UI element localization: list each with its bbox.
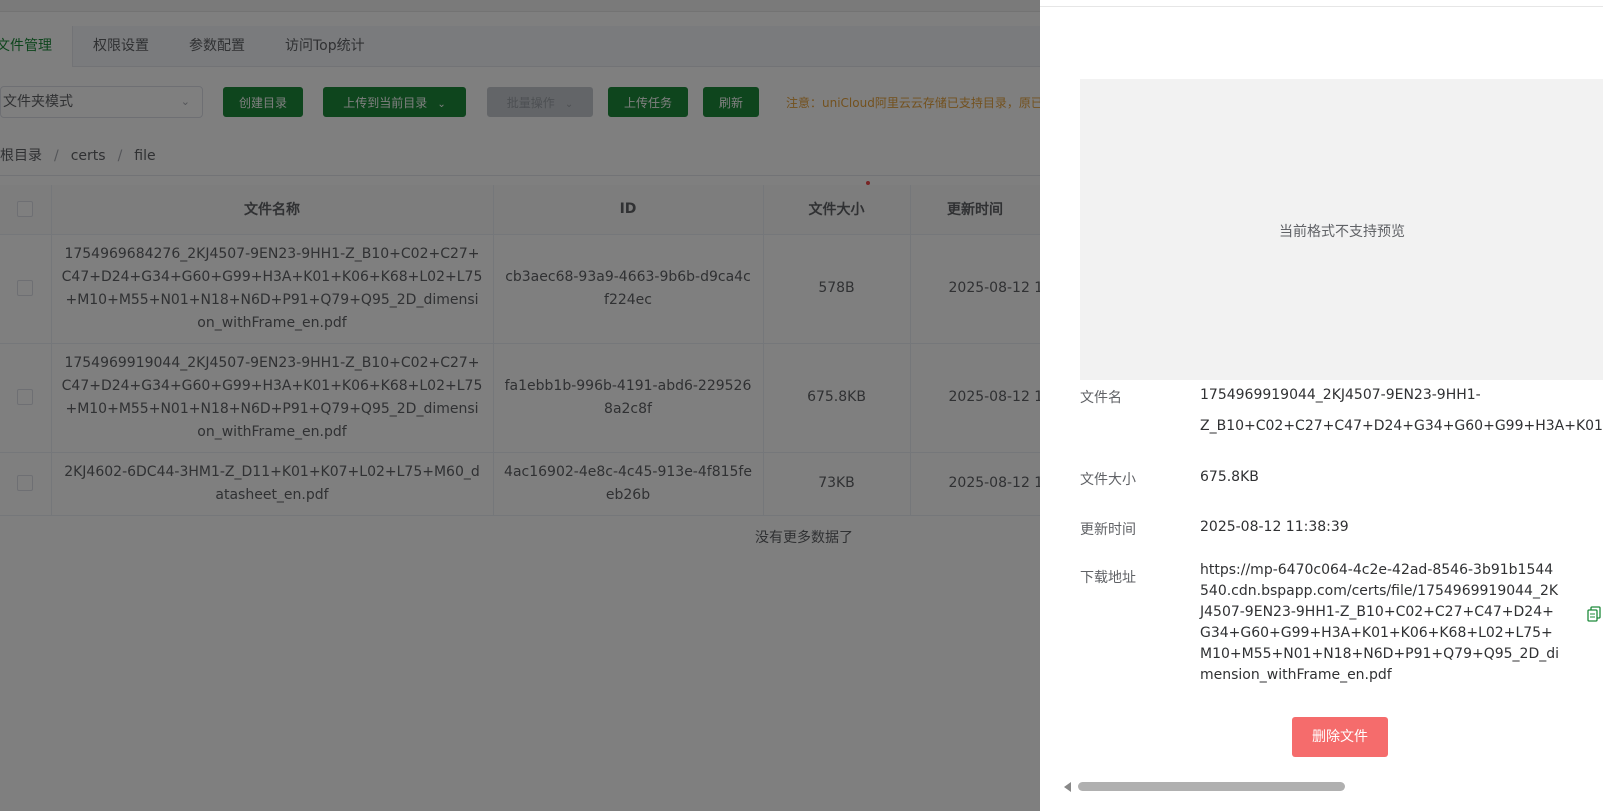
overlay-mask[interactable] (0, 0, 1040, 811)
update-time-value: 2025-08-12 11:38:39 (1200, 519, 1349, 535)
file-detail-drawer: 当前格式不支持预览 文件名 1754969919044_2KJ4507-9EN2… (1040, 0, 1603, 811)
filename-label: 文件名 (1080, 390, 1122, 406)
filename-value-line1: 1754969919044_2KJ4507-9EN23-9HH1- (1200, 387, 1481, 403)
horizontal-scrollbar[interactable] (1062, 780, 1603, 794)
scroll-left-arrow-icon[interactable] (1064, 782, 1071, 792)
drawer-top-divider (1040, 6, 1603, 7)
filename-value-line2: Z_B10+C02+C27+C47+D24+G34+G60+G99+H3A+K0… (1200, 418, 1603, 434)
download-url-label: 下载地址 (1080, 570, 1136, 586)
file-preview-area: 当前格式不支持预览 (1080, 79, 1603, 380)
delete-file-button[interactable]: 删除文件 (1292, 717, 1388, 757)
file-size-value: 675.8KB (1200, 469, 1259, 485)
update-time-label: 更新时间 (1080, 522, 1136, 538)
file-size-label: 文件大小 (1080, 472, 1136, 488)
preview-unsupported-text: 当前格式不支持预览 (1279, 224, 1405, 240)
copy-icon[interactable] (1587, 606, 1601, 622)
scrollbar-thumb[interactable] (1078, 782, 1345, 791)
download-url-value: https://mp-6470c064-4c2e-42ad-8546-3b91b… (1200, 562, 1560, 683)
